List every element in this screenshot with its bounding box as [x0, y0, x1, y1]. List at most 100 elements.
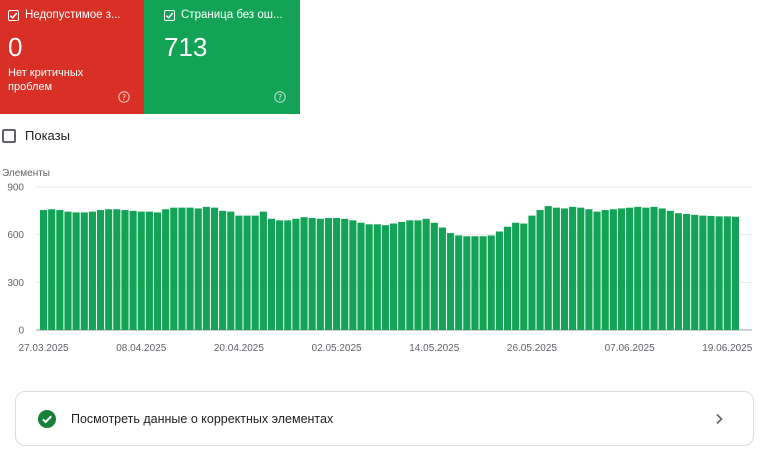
bar [438, 227, 446, 330]
footer-label: Посмотреть данные о корректных элементах [71, 411, 334, 426]
bar [658, 208, 666, 330]
bar [56, 210, 64, 330]
bar [194, 208, 202, 330]
svg-text:?: ? [122, 93, 126, 102]
bar [479, 236, 487, 330]
bar [381, 225, 389, 330]
view-valid-items-button[interactable]: Посмотреть данные о корректных элементах [15, 391, 754, 446]
bar [210, 207, 219, 330]
bar [691, 214, 699, 330]
bar [365, 224, 373, 330]
bar [731, 216, 739, 330]
bar [235, 215, 243, 330]
help-icon[interactable]: ? [274, 91, 286, 103]
bar [96, 210, 105, 330]
bar [455, 235, 463, 330]
bar [422, 218, 430, 330]
bar [219, 210, 227, 330]
bar [300, 217, 308, 330]
valid-items-card[interactable]: Страница без ош... 713 ? [144, 0, 300, 114]
bar [88, 211, 96, 330]
bar [617, 208, 626, 330]
impressions-toggle[interactable]: Показы [2, 128, 70, 143]
bar [227, 211, 235, 330]
bar [105, 209, 113, 330]
y-axis-label: Элементы [2, 168, 50, 179]
card-title: Недопустимое з... [25, 9, 121, 21]
items-bar-chart: Элементы 0 300 600 900 27.03.2025 08.04.2025 20… [2, 168, 753, 354]
checkbox-checked-icon[interactable] [164, 9, 175, 21]
bar [202, 206, 210, 330]
bar [503, 226, 512, 330]
bar [495, 231, 503, 330]
bar [674, 213, 683, 330]
x-tick-label: 19.06.2025 [702, 343, 752, 354]
y-tick-label: 600 [7, 230, 24, 241]
x-tick-label: 20.04.2025 [214, 343, 264, 354]
bar [601, 210, 609, 330]
card-subtitle: Нет критичных проблем [8, 67, 84, 93]
bar [357, 222, 365, 330]
x-tick-label: 07.06.2025 [605, 343, 655, 354]
bar [324, 217, 333, 330]
bar [259, 211, 267, 330]
x-tick-label: 14.05.2025 [409, 343, 459, 354]
invalid-items-card[interactable]: Недопустимое з... 0 Нет критичных пробле… [0, 0, 144, 114]
bar [398, 221, 406, 330]
bar [699, 215, 707, 330]
bar [40, 210, 48, 330]
bar [48, 209, 56, 330]
bar [642, 207, 650, 330]
bar [390, 223, 398, 330]
help-icon[interactable]: ? [118, 91, 130, 103]
bar [284, 220, 292, 330]
bar [593, 211, 601, 330]
bar [707, 215, 715, 330]
bar [552, 207, 560, 330]
bar [316, 218, 324, 330]
bar [634, 206, 642, 330]
bar [186, 207, 194, 330]
bar [569, 206, 577, 330]
bar [683, 214, 691, 330]
bar [137, 211, 145, 330]
bar [430, 222, 438, 330]
bar [650, 206, 658, 330]
bar [520, 223, 528, 330]
bar [577, 207, 585, 330]
x-tick-label: 27.03.2025 [19, 343, 69, 354]
bar [341, 218, 349, 330]
bar [80, 212, 88, 330]
bar [251, 215, 259, 330]
bar [145, 211, 153, 330]
y-tick-label: 0 [18, 326, 24, 337]
bar [113, 209, 121, 330]
bar [243, 215, 251, 330]
bar [308, 217, 316, 330]
bar [536, 210, 544, 330]
bar [715, 216, 723, 330]
bar [267, 218, 276, 330]
bar [487, 235, 495, 330]
x-tick-label: 08.04.2025 [116, 343, 166, 354]
card-title: Страница без ош... [181, 9, 283, 21]
bar [406, 220, 414, 330]
bar [178, 207, 186, 330]
card-value: 713 [164, 32, 208, 62]
bar [276, 220, 284, 330]
bar [162, 209, 170, 330]
bar [609, 209, 617, 330]
y-tick-label: 900 [7, 183, 24, 194]
y-tick-label: 300 [7, 278, 24, 289]
bar [528, 215, 536, 330]
bar [585, 209, 593, 330]
bar [723, 216, 731, 330]
checkbox-unchecked-icon[interactable] [2, 128, 16, 143]
card-value: 0 [8, 32, 23, 62]
bar [64, 211, 72, 330]
checkbox-checked-icon[interactable] [8, 9, 19, 21]
bar [463, 236, 471, 330]
bar [544, 206, 552, 330]
bar [560, 208, 569, 330]
svg-text:?: ? [278, 93, 282, 102]
